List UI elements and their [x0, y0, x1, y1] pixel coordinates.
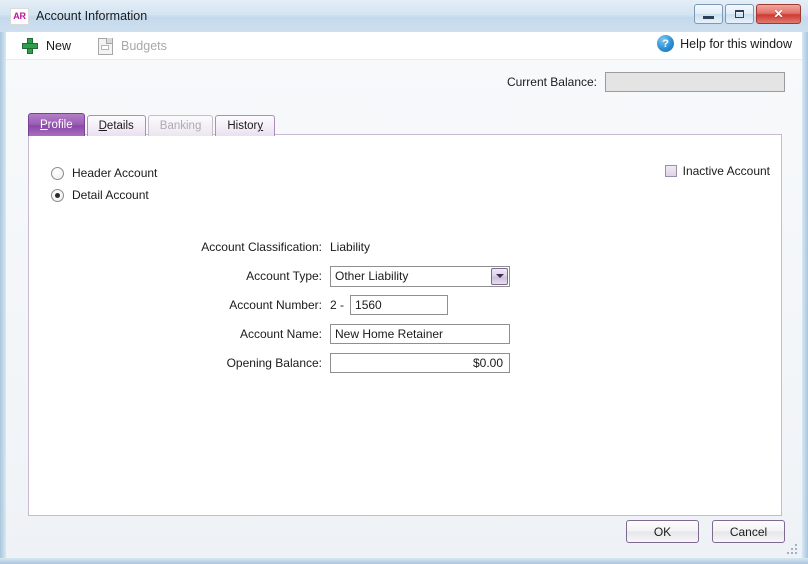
budgets-button-label: Budgets — [121, 39, 167, 53]
minimize-icon — [703, 16, 714, 19]
account-form: Account Classification: Liability Accoun… — [29, 233, 783, 378]
opening-balance-input[interactable]: $0.00 — [330, 353, 510, 373]
new-button-label: New — [46, 39, 71, 53]
current-balance-row: Current Balance: — [6, 72, 802, 92]
radio-detail-account-dot — [51, 189, 64, 202]
radio-header-account[interactable]: Header Account — [51, 162, 157, 184]
budget-document-icon — [96, 37, 114, 55]
row-opening-balance: Opening Balance: $0.00 — [29, 349, 783, 377]
resize-grip[interactable] — [785, 542, 797, 554]
account-classification-value: Liability — [330, 240, 370, 254]
tab-profile[interactable]: Profile — [28, 113, 85, 136]
tab-banking-label: Banking — [160, 120, 202, 132]
radio-detail-account[interactable]: Detail Account — [51, 184, 157, 206]
account-type-label: Account Type: — [29, 269, 330, 283]
account-number-prefix: 2 - — [330, 298, 344, 312]
question-mark-icon: ? — [657, 35, 674, 52]
maximize-icon — [735, 10, 744, 18]
account-information-window: AR Account Information ✕ New Budgets — [0, 0, 808, 564]
account-kind-radio-group: Header Account Detail Account — [51, 162, 157, 206]
dialog-button-bar: OK Cancel — [626, 520, 785, 543]
row-account-number: Account Number: 2 - 1560 — [29, 291, 783, 319]
chevron-down-icon[interactable] — [491, 268, 508, 285]
close-button[interactable]: ✕ — [756, 4, 801, 24]
tab-profile-label: rofile — [48, 119, 73, 131]
row-account-name: Account Name: New Home Retainer — [29, 320, 783, 348]
current-balance-field — [605, 72, 785, 92]
plus-icon — [21, 37, 39, 55]
account-number-label: Account Number: — [29, 298, 330, 312]
tab-profile-mnemonic: P — [40, 119, 48, 131]
new-button[interactable]: New — [14, 32, 81, 60]
maximize-button[interactable] — [725, 4, 754, 24]
tab-history-mnemonic: y — [257, 120, 263, 132]
checkbox-icon — [665, 165, 677, 177]
opening-balance-label: Opening Balance: — [29, 356, 330, 370]
tab-details[interactable]: Details — [87, 115, 146, 136]
inactive-account-checkbox[interactable]: Inactive Account — [665, 164, 770, 178]
title-bar[interactable]: AR Account Information ✕ — [0, 0, 808, 32]
row-account-type: Account Type: Other Liability — [29, 262, 783, 290]
tab-history-label: Histor — [227, 120, 257, 132]
account-number-input[interactable]: 1560 — [350, 295, 448, 315]
radio-header-account-dot — [51, 167, 64, 180]
toolbar: New Budgets ? Help for this window — [6, 32, 802, 60]
radio-header-account-label: Header Account — [72, 166, 157, 180]
window-frame-right — [802, 0, 808, 564]
row-account-classification: Account Classification: Liability — [29, 233, 783, 261]
dialog-body: Current Balance: Profile Details Banking… — [6, 60, 802, 558]
help-for-this-window-link[interactable]: ? Help for this window — [657, 35, 792, 52]
close-icon: ✕ — [773, 8, 783, 20]
app-icon: AR — [10, 8, 29, 25]
help-link-label: Help for this window — [680, 37, 792, 51]
ok-button[interactable]: OK — [626, 520, 699, 543]
account-name-label: Account Name: — [29, 327, 330, 341]
profile-tab-panel: Header Account Detail Account Inactive A… — [28, 134, 782, 516]
tab-banking: Banking — [148, 115, 214, 136]
account-name-input[interactable]: New Home Retainer — [330, 324, 510, 344]
budgets-button[interactable]: Budgets — [89, 32, 177, 60]
radio-detail-account-label: Detail Account — [72, 188, 149, 202]
tab-details-mnemonic: D — [99, 120, 107, 132]
tab-details-label: etails — [107, 120, 134, 132]
tab-strip: Profile Details Banking History — [28, 113, 277, 136]
account-type-select[interactable]: Other Liability — [330, 266, 510, 287]
window-title: Account Information — [36, 9, 147, 23]
account-classification-label: Account Classification: — [29, 240, 330, 254]
account-type-value: Other Liability — [331, 269, 491, 283]
window-frame-bottom — [0, 558, 808, 564]
window-controls: ✕ — [694, 4, 801, 24]
current-balance-label: Current Balance: — [507, 75, 597, 89]
minimize-button[interactable] — [694, 4, 723, 24]
inactive-account-label: Inactive Account — [683, 164, 770, 178]
cancel-button[interactable]: Cancel — [712, 520, 785, 543]
tab-history[interactable]: History — [215, 115, 275, 136]
